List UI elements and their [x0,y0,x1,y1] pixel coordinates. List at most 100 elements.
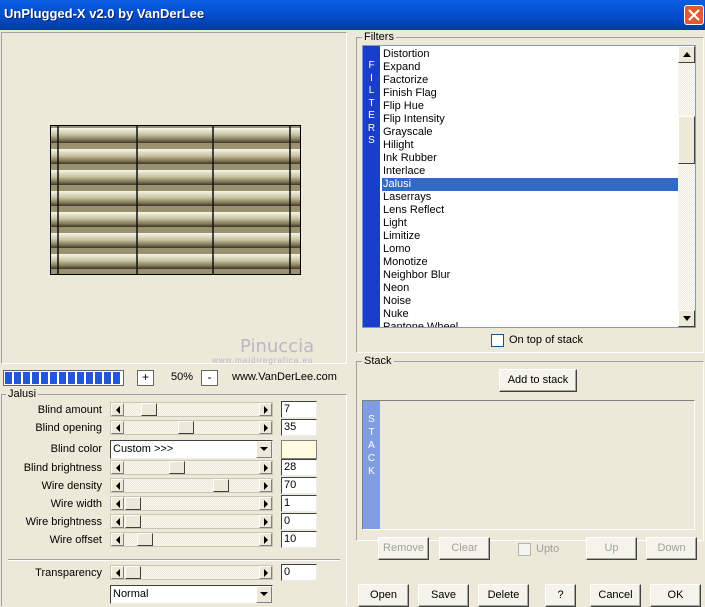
ok-button[interactable]: OK [650,584,701,607]
wire-brightness-slider[interactable] [110,514,273,529]
transparency-slider[interactable] [110,565,273,580]
arrow-left-icon [116,518,120,526]
blind-color-dropdown-button[interactable] [256,441,272,458]
wire-density-slider[interactable] [110,478,273,493]
slider-right-button[interactable] [259,566,272,579]
filter-item[interactable]: Neon [382,282,678,295]
close-button[interactable] [684,5,704,25]
filter-item[interactable]: Monotize [382,256,678,269]
blend-mode-dropdown-button[interactable] [256,586,272,603]
slider-thumb[interactable] [125,515,141,528]
filters-scrollbar[interactable] [678,46,695,327]
up-button[interactable]: Up [586,537,637,560]
slider-left-button[interactable] [111,566,124,579]
filters-list[interactable]: FILTERS Distortion Expand Factorize Finish … [362,45,696,328]
slider-right-button[interactable] [259,479,272,492]
progress-segment [113,372,120,384]
blind-brightness-value[interactable]: 28 [281,459,317,476]
open-button[interactable]: Open [358,584,409,607]
filter-item[interactable]: Light [382,217,678,230]
filter-item[interactable]: Neighbor Blur [382,269,678,282]
on-top-checkbox[interactable] [491,334,504,347]
blind-color-value: Custom >>> [113,443,174,455]
blind-amount-value[interactable]: 7 [281,401,317,418]
blind-amount-slider[interactable] [110,402,273,417]
progress-segment [77,372,84,384]
slider-right-button[interactable] [259,421,272,434]
help-button[interactable]: ? [545,584,576,607]
blind-color-select[interactable]: Custom >>> [110,440,273,459]
filter-item[interactable]: Expand [382,61,678,74]
scroll-thumb[interactable] [678,116,695,164]
save-button[interactable]: Save [418,584,469,607]
filter-item[interactable]: Noise [382,295,678,308]
filter-item[interactable]: Flip Hue [382,100,678,113]
slider-thumb[interactable] [137,533,153,546]
slider-left-button[interactable] [111,479,124,492]
filter-item[interactable]: Finish Flag [382,87,678,100]
filter-item[interactable]: Lens Reflect [382,204,678,217]
filter-item[interactable]: Laserrays [382,191,678,204]
wire-density-value[interactable]: 70 [281,477,317,494]
blend-mode-value: Normal [113,588,149,600]
slider-right-button[interactable] [259,533,272,546]
blind-opening-slider[interactable] [110,420,273,435]
slider-thumb[interactable] [125,497,141,510]
cancel-button[interactable]: Cancel [590,584,641,607]
down-button[interactable]: Down [646,537,697,560]
wire-offset-value[interactable]: 10 [281,531,317,548]
filter-item[interactable]: Pantone Wheel [382,321,678,327]
zoom-out-button[interactable]: - [201,370,218,386]
slider-thumb[interactable] [213,479,229,492]
blend-mode-select[interactable]: Normal [110,585,273,604]
blind-opening-value[interactable]: 35 [281,419,317,436]
slider-right-button[interactable] [259,497,272,510]
slider-thumb[interactable] [169,461,185,474]
filter-item[interactable]: Interlace [382,165,678,178]
filters-strip-letter: I [370,72,373,84]
scroll-up-button[interactable] [678,46,695,63]
clear-button[interactable]: Clear [439,537,490,560]
slider-left-button[interactable] [111,497,124,510]
transparency-value[interactable]: 0 [281,564,317,581]
filter-item[interactable]: Lomo [382,243,678,256]
scroll-down-button[interactable] [678,310,695,327]
remove-button[interactable]: Remove [378,537,429,560]
wire-width-slider[interactable] [110,496,273,511]
filter-item[interactable]: Nuke [382,308,678,321]
slider-left-button[interactable] [111,461,124,474]
filter-item[interactable]: Grayscale [382,126,678,139]
slider-right-button[interactable] [259,461,272,474]
title-bar[interactable]: UnPlugged-X v2.0 by VanDerLee [0,0,705,30]
slider-left-button[interactable] [111,403,124,416]
slider-thumb[interactable] [178,421,194,434]
slider-thumb[interactable] [141,403,157,416]
window-title: UnPlugged-X v2.0 by VanDerLee [4,6,205,21]
wire-width-value[interactable]: 1 [281,495,317,512]
filter-item[interactable]: Hilight [382,139,678,152]
delete-button[interactable]: Delete [478,584,529,607]
filters-strip-letter: L [368,85,375,96]
slider-left-button[interactable] [111,515,124,528]
filter-item[interactable]: Distortion [382,48,678,61]
vanderlee-link[interactable]: www.VanDerLee.com [232,371,337,383]
stack-list[interactable]: STACK [362,400,695,530]
add-to-stack-button[interactable]: Add to stack [499,369,577,392]
slider-thumb[interactable] [125,566,141,579]
filter-item[interactable]: Jalusi [382,178,678,191]
filter-item[interactable]: Ink Rubber [382,152,678,165]
upto-checkbox[interactable] [518,543,531,556]
blind-color-swatch[interactable] [281,440,317,459]
slider-left-button[interactable] [111,421,124,434]
slider-right-button[interactable] [259,515,272,528]
wire-brightness-value[interactable]: 0 [281,513,317,530]
zoom-in-button[interactable]: + [137,370,154,386]
slider-right-button[interactable] [259,403,272,416]
filter-item[interactable]: Factorize [382,74,678,87]
wire-offset-slider[interactable] [110,532,273,547]
progress-segment [68,372,75,384]
blind-brightness-slider[interactable] [110,460,273,475]
filter-item[interactable]: Flip Intensity [382,113,678,126]
slider-left-button[interactable] [111,533,124,546]
filter-item[interactable]: Limitize [382,230,678,243]
